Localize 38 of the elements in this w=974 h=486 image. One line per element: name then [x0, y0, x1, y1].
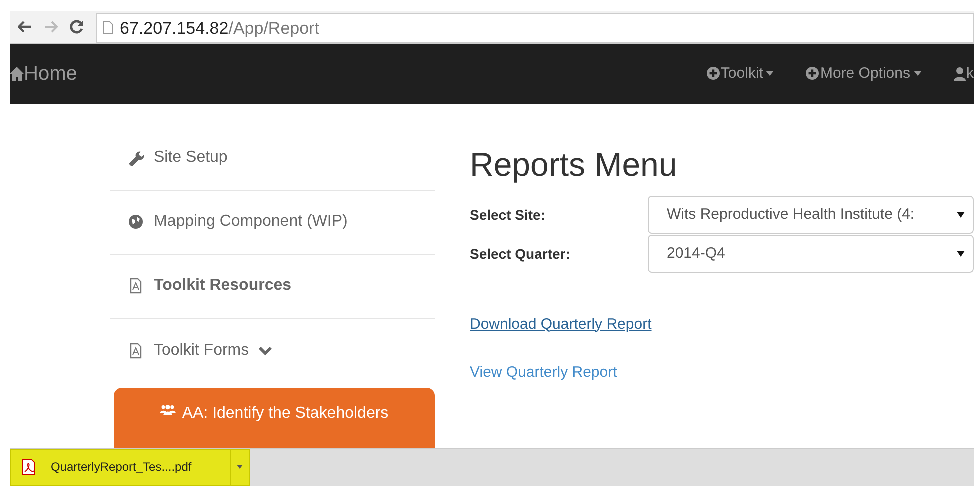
- user-icon: [954, 66, 966, 81]
- sidebar-item[interactable]: Mapping Component (WIP): [110, 190, 435, 255]
- download-filename: QuarterlyReport_Tes....pdf: [51, 459, 193, 476]
- page-title: Reports Menu: [470, 148, 678, 181]
- caret-icon: [914, 71, 922, 76]
- back-icon[interactable]: [18, 21, 32, 34]
- wrench-icon: [128, 150, 144, 166]
- pdf-file-icon: [128, 278, 144, 294]
- field-label: Select Quarter:: [470, 244, 572, 264]
- user-menu[interactable]: k: [954, 62, 974, 86]
- plus-circle-icon: [806, 67, 820, 80]
- report-link[interactable]: View Quarterly Report: [470, 362, 618, 385]
- plus-circle-icon: [706, 67, 720, 80]
- chevron-down-icon: [259, 346, 272, 356]
- sidebar-item[interactable]: Toolkit Resources: [110, 254, 435, 319]
- home-link[interactable]: Home: [10, 58, 78, 89]
- report-link[interactable]: Download Quarterly Report: [470, 314, 652, 336]
- sidebar-item[interactable]: Toolkit Forms: [110, 318, 435, 383]
- nav-menu[interactable]: Toolkit: [706, 62, 774, 86]
- dropdown-arrow-icon: [957, 212, 965, 218]
- pdf-file-icon: [128, 342, 144, 359]
- caret-icon: [766, 71, 774, 76]
- sidebar-item[interactable]: AA: Identify the Stakeholders: [114, 388, 435, 448]
- pdf-file-icon: [21, 458, 37, 476]
- caret-icon[interactable]: [237, 465, 243, 470]
- download-item[interactable]: QuarterlyReport_Tes....pdf: [10, 448, 250, 486]
- globe-icon: [128, 214, 144, 230]
- reload-icon[interactable]: [70, 20, 84, 34]
- sidebar-item[interactable]: Site Setup: [110, 126, 435, 191]
- field-label: Select Site:: [470, 206, 546, 225]
- select-field[interactable]: 2014-Q4: [648, 235, 974, 274]
- dropdown-arrow-icon: [957, 251, 965, 258]
- home-icon: [10, 66, 24, 82]
- select-field[interactable]: Wits Reproductive Health Institute (4:: [648, 196, 974, 234]
- page-icon: [103, 21, 114, 36]
- url-text: 67.207.154.82/App/Report: [120, 18, 320, 40]
- nav-menu[interactable]: More Options: [806, 62, 922, 86]
- address-bar[interactable]: 67.207.154.82/App/Report: [96, 13, 974, 44]
